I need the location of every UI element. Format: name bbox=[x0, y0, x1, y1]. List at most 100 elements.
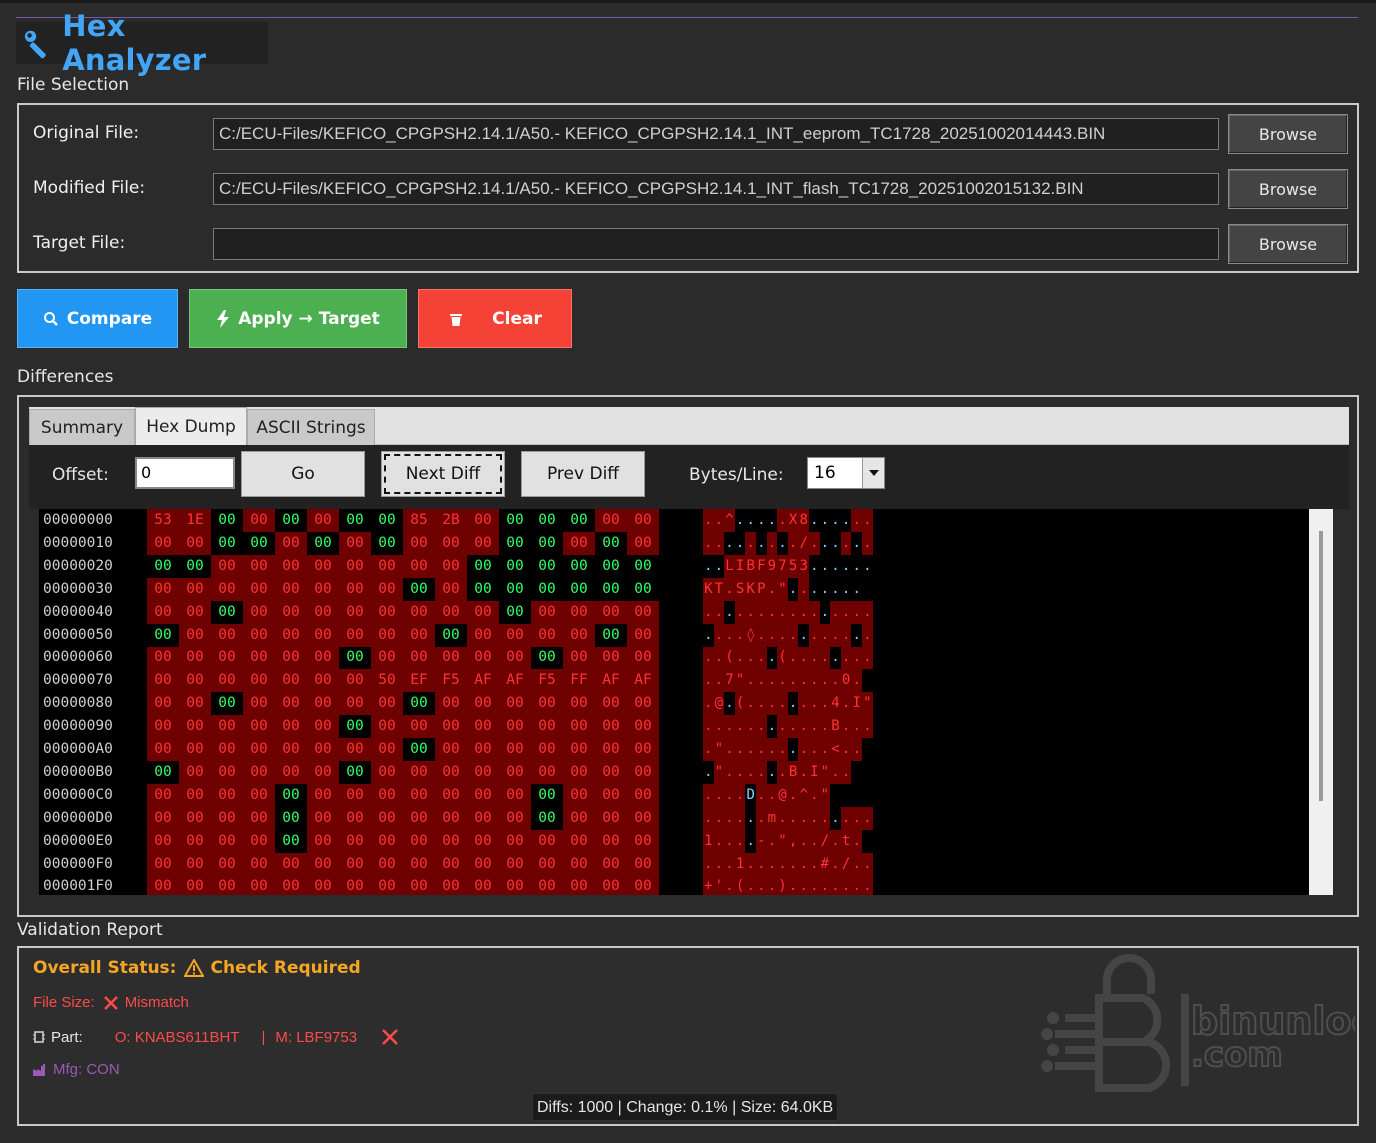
hex-byte-changed[interactable]: 00 bbox=[179, 623, 211, 647]
hex-byte-changed[interactable]: 00 bbox=[339, 875, 371, 895]
hex-byte-changed[interactable]: 00 bbox=[147, 692, 179, 716]
hex-byte-changed[interactable]: 00 bbox=[211, 669, 243, 693]
hex-byte-changed[interactable]: 00 bbox=[403, 760, 435, 784]
hex-byte-changed[interactable]: 00 bbox=[371, 715, 403, 739]
hex-byte-changed[interactable]: 00 bbox=[371, 806, 403, 830]
hex-byte-changed[interactable]: 00 bbox=[243, 577, 275, 601]
hex-byte-same[interactable]: 00 bbox=[243, 531, 275, 555]
hex-byte-changed[interactable]: 00 bbox=[275, 738, 307, 761]
hex-byte-same[interactable]: 00 bbox=[339, 715, 371, 739]
hex-byte-changed[interactable]: AF bbox=[499, 669, 531, 693]
hex-byte-same[interactable]: 00 bbox=[595, 531, 627, 555]
hex-byte-changed[interactable]: 00 bbox=[595, 760, 627, 784]
hex-byte-changed[interactable]: 00 bbox=[435, 600, 467, 624]
hex-byte-changed[interactable]: 00 bbox=[243, 646, 275, 670]
hex-byte-changed[interactable]: 00 bbox=[627, 646, 659, 670]
hex-byte-changed[interactable]: 00 bbox=[563, 600, 595, 624]
hex-byte-changed[interactable]: 00 bbox=[179, 760, 211, 784]
hex-byte-changed[interactable]: 00 bbox=[467, 783, 499, 807]
hex-byte-changed[interactable]: 00 bbox=[275, 554, 307, 578]
hex-byte-changed[interactable]: 00 bbox=[499, 875, 531, 895]
hex-byte-changed[interactable]: 00 bbox=[467, 600, 499, 624]
hex-byte-changed[interactable]: 00 bbox=[595, 875, 627, 895]
hex-byte-same[interactable]: 00 bbox=[531, 531, 563, 555]
hex-byte-changed[interactable]: 00 bbox=[307, 509, 339, 532]
hex-byte-changed[interactable]: 00 bbox=[467, 760, 499, 784]
hex-byte-changed[interactable]: 00 bbox=[275, 531, 307, 555]
prev-diff-button[interactable]: Prev Diff bbox=[521, 451, 645, 497]
hex-byte-changed[interactable]: 00 bbox=[371, 692, 403, 716]
hex-byte-changed[interactable]: 00 bbox=[275, 692, 307, 716]
apply-target-button[interactable]: Apply → Target bbox=[189, 289, 407, 348]
hex-byte-changed[interactable]: 00 bbox=[307, 738, 339, 761]
hex-byte-changed[interactable]: 00 bbox=[243, 829, 275, 853]
hex-byte-changed[interactable]: 00 bbox=[435, 715, 467, 739]
chevron-down-icon[interactable] bbox=[862, 458, 884, 488]
hex-byte-changed[interactable]: 00 bbox=[627, 875, 659, 895]
hex-byte-changed[interactable]: 00 bbox=[499, 852, 531, 876]
hex-byte-changed[interactable]: 00 bbox=[595, 646, 627, 670]
hex-byte-same[interactable]: 00 bbox=[339, 646, 371, 670]
hex-byte-changed[interactable]: 00 bbox=[211, 646, 243, 670]
hex-byte-changed[interactable]: 00 bbox=[435, 531, 467, 555]
hex-byte-same[interactable]: 00 bbox=[147, 623, 179, 647]
hex-byte-changed[interactable]: 00 bbox=[563, 760, 595, 784]
hex-byte-changed[interactable]: 00 bbox=[371, 554, 403, 578]
hex-byte-changed[interactable]: 00 bbox=[435, 646, 467, 670]
hex-byte-same[interactable]: 00 bbox=[499, 554, 531, 578]
hex-byte-changed[interactable]: F5 bbox=[435, 669, 467, 693]
go-button[interactable]: Go bbox=[241, 451, 365, 497]
bytes-per-line-select[interactable]: 16 bbox=[807, 457, 885, 489]
hex-byte-changed[interactable]: 00 bbox=[435, 577, 467, 601]
hex-byte-changed[interactable]: 00 bbox=[371, 852, 403, 876]
hex-byte-changed[interactable]: 00 bbox=[339, 829, 371, 853]
hex-byte-changed[interactable]: 00 bbox=[467, 875, 499, 895]
tab-summary[interactable]: Summary bbox=[29, 409, 135, 445]
hex-byte-changed[interactable]: 00 bbox=[179, 692, 211, 716]
scrollbar-thumb[interactable] bbox=[1319, 531, 1323, 801]
hex-byte-changed[interactable]: 00 bbox=[403, 600, 435, 624]
hex-byte-same[interactable]: 00 bbox=[563, 554, 595, 578]
hex-byte-changed[interactable]: 00 bbox=[563, 692, 595, 716]
hex-byte-same[interactable]: 00 bbox=[531, 806, 563, 830]
hex-byte-changed[interactable]: 00 bbox=[595, 738, 627, 761]
hex-byte-changed[interactable]: 00 bbox=[403, 715, 435, 739]
hex-dump-view[interactable]: 000001F0 00 00 00 00 00 00 00 00 00 00 00 00 00 00 00 00… bbox=[39, 509, 1333, 895]
hex-byte-same[interactable]: 00 bbox=[531, 646, 563, 670]
hex-byte-same[interactable]: 00 bbox=[211, 692, 243, 716]
hex-byte-changed[interactable]: 00 bbox=[275, 600, 307, 624]
hex-byte-changed[interactable]: 00 bbox=[243, 692, 275, 716]
hex-byte-changed[interactable]: 00 bbox=[147, 715, 179, 739]
hex-byte-changed[interactable]: 00 bbox=[499, 760, 531, 784]
hex-byte-same[interactable]: 00 bbox=[371, 531, 403, 555]
tab-hex-dump[interactable]: Hex Dump bbox=[135, 407, 247, 445]
hex-byte-changed[interactable]: 00 bbox=[339, 669, 371, 693]
hex-byte-changed[interactable]: 00 bbox=[211, 738, 243, 761]
hex-byte-changed[interactable]: AF bbox=[627, 669, 659, 693]
hex-byte-changed[interactable]: 00 bbox=[179, 738, 211, 761]
hex-byte-changed[interactable]: 00 bbox=[307, 669, 339, 693]
browse-original-button[interactable]: Browse bbox=[1228, 114, 1348, 154]
hex-byte-changed[interactable]: 00 bbox=[179, 852, 211, 876]
hex-byte-changed[interactable]: 00 bbox=[147, 738, 179, 761]
hex-byte-changed[interactable]: 00 bbox=[179, 783, 211, 807]
hex-byte-same[interactable]: 00 bbox=[531, 509, 563, 532]
hex-byte-changed[interactable]: 00 bbox=[147, 577, 179, 601]
hex-byte-changed[interactable]: 00 bbox=[371, 600, 403, 624]
hex-byte-changed[interactable]: 00 bbox=[371, 783, 403, 807]
hex-byte-changed[interactable]: 00 bbox=[531, 692, 563, 716]
hex-byte-changed[interactable]: 00 bbox=[307, 600, 339, 624]
hex-byte-changed[interactable]: 00 bbox=[339, 531, 371, 555]
hex-byte-changed[interactable]: AF bbox=[467, 669, 499, 693]
hex-byte-changed[interactable]: 00 bbox=[371, 646, 403, 670]
hex-byte-same[interactable]: 00 bbox=[275, 806, 307, 830]
hex-byte-changed[interactable]: 00 bbox=[179, 715, 211, 739]
hex-byte-changed[interactable]: 00 bbox=[563, 829, 595, 853]
hex-byte-same[interactable]: 00 bbox=[595, 577, 627, 601]
hex-byte-same[interactable]: 00 bbox=[531, 554, 563, 578]
hex-byte-changed[interactable]: 00 bbox=[275, 669, 307, 693]
hex-byte-changed[interactable]: 00 bbox=[595, 509, 627, 532]
hex-byte-changed[interactable]: 50 bbox=[371, 669, 403, 693]
hex-byte-changed[interactable]: 00 bbox=[499, 623, 531, 647]
hex-byte-changed[interactable]: 00 bbox=[595, 806, 627, 830]
